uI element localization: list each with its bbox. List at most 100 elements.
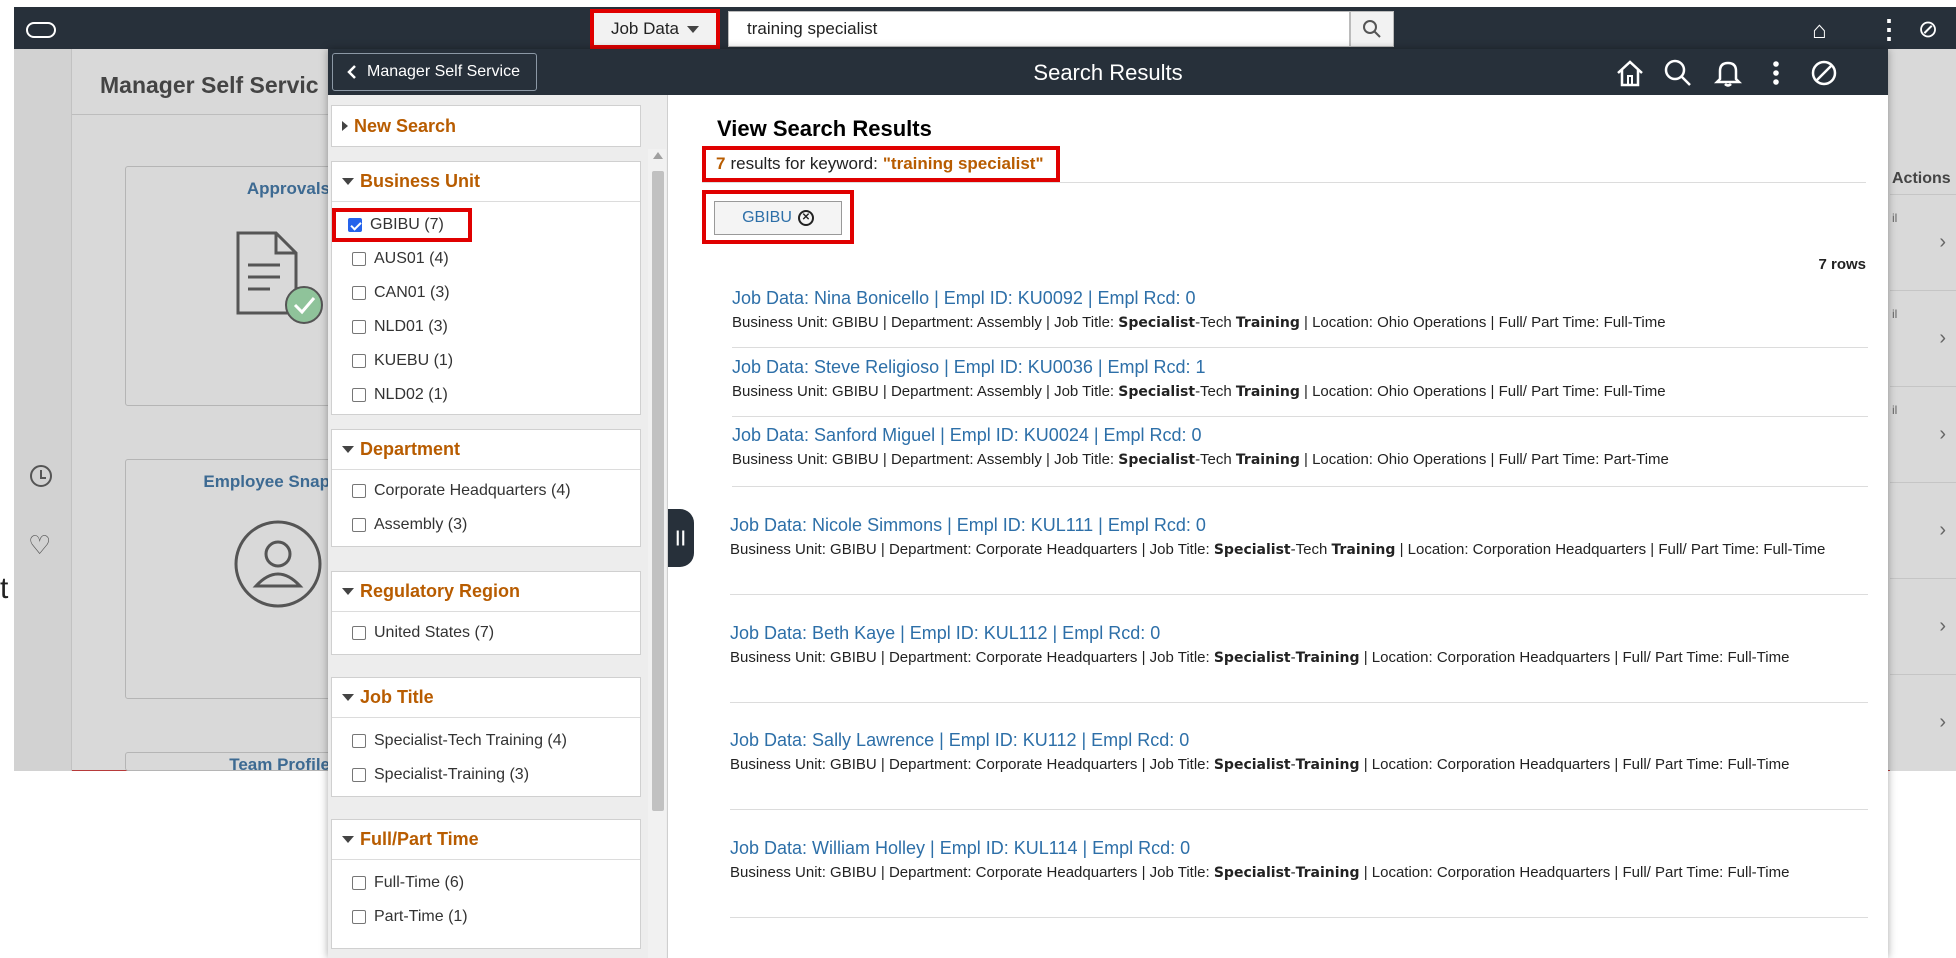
tile-title: Approvals bbox=[246, 179, 330, 198]
navbar-icon[interactable] bbox=[1808, 57, 1840, 89]
background-row[interactable]: il › bbox=[1890, 194, 1956, 290]
filter-option-nld01[interactable]: NLD01 (3) bbox=[332, 310, 640, 344]
checkbox[interactable] bbox=[352, 734, 366, 748]
active-filter-highlight: GBIBU ✕ bbox=[702, 190, 854, 244]
more-options-icon[interactable] bbox=[1760, 57, 1792, 89]
page-title: Manager Self Servic bbox=[100, 72, 319, 98]
tile-employee-snapshot[interactable]: Employee Snap bbox=[125, 459, 335, 699]
recent-history-icon[interactable] bbox=[30, 465, 52, 487]
filter-group-business-unit: Business Unit GBIBU (7) AUS01 (4) CAN01 … bbox=[331, 161, 641, 415]
expand-icon bbox=[342, 121, 348, 131]
collapse-icon bbox=[342, 178, 354, 185]
filter-group-header[interactable]: Full/Part Time bbox=[332, 820, 640, 860]
filter-scrollbar-thumb[interactable] bbox=[652, 171, 664, 811]
active-filter-tag-gbibu[interactable]: GBIBU ✕ bbox=[714, 201, 842, 235]
chevron-down-icon bbox=[687, 25, 700, 33]
filter-option-part-time[interactable]: Part-Time (1) bbox=[332, 900, 640, 934]
result-link[interactable]: Job Data: Sally Lawrence | Empl ID: KU11… bbox=[730, 730, 1868, 751]
search-icon[interactable] bbox=[1662, 57, 1694, 89]
filter-option-specialist-tech-training[interactable]: Specialist-Tech Training (4) bbox=[332, 724, 640, 758]
filter-group-header[interactable]: Regulatory Region bbox=[332, 572, 640, 612]
result-link[interactable]: Job Data: William Holley | Empl ID: KUL1… bbox=[730, 838, 1868, 859]
result-link[interactable]: Job Data: Sanford Miguel | Empl ID: KU00… bbox=[732, 425, 1868, 446]
chevron-right-icon: › bbox=[1939, 231, 1946, 253]
filter-option-nld02[interactable]: NLD02 (1) bbox=[332, 378, 640, 412]
result-description: Business Unit: GBIBU | Department: Corpo… bbox=[730, 541, 1826, 558]
filter-option-united-states[interactable]: United States (7) bbox=[332, 616, 640, 650]
checkbox[interactable] bbox=[352, 910, 366, 924]
new-search-label: New Search bbox=[354, 115, 457, 136]
result-description: Business Unit: GBIBU | Department: Corpo… bbox=[730, 756, 1790, 773]
result-description: Business Unit: GBIBU | Department: Assem… bbox=[732, 383, 1666, 400]
new-search-header[interactable]: New Search bbox=[332, 106, 640, 146]
result-description: Business Unit: GBIBU | Department: Corpo… bbox=[730, 649, 1790, 666]
collapse-icon bbox=[342, 694, 354, 701]
result-description: Business Unit: GBIBU | Department: Assem… bbox=[732, 451, 1669, 468]
back-button[interactable]: Manager Self Service bbox=[332, 53, 537, 91]
background-row[interactable]: il › bbox=[1890, 290, 1956, 386]
filter-panel: New Search Business Unit GBIBU (7) AUS01… bbox=[328, 95, 668, 958]
new-search-panel[interactable]: New Search bbox=[331, 105, 641, 147]
result-link[interactable]: Job Data: Beth Kaye | Empl ID: KUL112 | … bbox=[730, 623, 1868, 644]
more-options-icon[interactable]: ⋮ bbox=[1876, 14, 1902, 45]
favorites-icon[interactable]: ♡ bbox=[28, 530, 51, 561]
tile-title: Employee Snap bbox=[203, 472, 330, 491]
result-description: Business Unit: GBIBU | Department: Corpo… bbox=[730, 864, 1790, 881]
result-row: Job Data: Nina Bonicello | Empl ID: KU00… bbox=[732, 288, 1868, 348]
checkbox[interactable] bbox=[352, 876, 366, 890]
home-icon[interactable]: ⌂ bbox=[1812, 17, 1827, 45]
remove-filter-icon[interactable]: ✕ bbox=[797, 210, 814, 226]
background-row[interactable]: › bbox=[1890, 482, 1956, 578]
filter-option-kuebu[interactable]: KUEBU (1) bbox=[332, 344, 640, 378]
filter-option-full-time[interactable]: Full-Time (6) bbox=[332, 866, 640, 900]
result-row: Job Data: Sally Lawrence | Empl ID: KU11… bbox=[730, 730, 1868, 810]
result-row: Job Data: Beth Kaye | Empl ID: KUL112 | … bbox=[730, 623, 1868, 703]
search-button[interactable] bbox=[1350, 11, 1394, 47]
document-check-icon bbox=[236, 231, 323, 324]
checkbox[interactable] bbox=[352, 286, 366, 300]
collapse-filter-panel-handle[interactable]: || bbox=[668, 509, 694, 567]
filter-option-aus01[interactable]: AUS01 (4) bbox=[332, 242, 640, 276]
filter-option-assembly[interactable]: Assembly (3) bbox=[332, 508, 640, 542]
scroll-up-arrow-icon[interactable] bbox=[653, 152, 663, 159]
result-link[interactable]: Job Data: Nicole Simmons | Empl ID: KUL1… bbox=[730, 515, 1868, 536]
search-category-select[interactable]: Job Data bbox=[590, 9, 720, 49]
result-description: Business Unit: GBIBU | Department: Assem… bbox=[732, 314, 1666, 331]
checkbox[interactable] bbox=[352, 626, 366, 640]
checkbox[interactable] bbox=[352, 252, 366, 266]
filter-group-header[interactable]: Business Unit bbox=[332, 162, 640, 202]
search-input[interactable] bbox=[728, 11, 1350, 47]
notifications-bell-icon[interactable] bbox=[1712, 57, 1744, 89]
checkbox-checked[interactable] bbox=[348, 218, 362, 232]
app-logo-icon[interactable] bbox=[26, 22, 56, 38]
filter-option-gbibu[interactable]: GBIBU (7) bbox=[332, 208, 472, 242]
checkbox[interactable] bbox=[352, 320, 366, 334]
navbar-icon[interactable]: ⊘ bbox=[1918, 15, 1938, 44]
background-row[interactable]: › bbox=[1890, 674, 1956, 770]
background-row[interactable]: il › bbox=[1890, 386, 1956, 482]
result-link[interactable]: Job Data: Nina Bonicello | Empl ID: KU00… bbox=[732, 288, 1868, 309]
modal-header: Manager Self Service Search Results bbox=[328, 49, 1888, 95]
checkbox[interactable] bbox=[352, 768, 366, 782]
checkbox[interactable] bbox=[352, 518, 366, 532]
collapse-icon bbox=[342, 446, 354, 453]
filter-option-specialist-training[interactable]: Specialist-Training (3) bbox=[332, 758, 640, 792]
filter-option-can01[interactable]: CAN01 (3) bbox=[332, 276, 640, 310]
background-row[interactable]: › bbox=[1890, 578, 1956, 674]
result-link[interactable]: Job Data: Steve Religioso | Empl ID: KU0… bbox=[732, 357, 1868, 378]
filter-group-department: Department Corporate Headquarters (4) As… bbox=[331, 429, 641, 547]
chevron-right-icon: › bbox=[1939, 615, 1946, 637]
checkbox[interactable] bbox=[352, 388, 366, 402]
checkbox[interactable] bbox=[352, 484, 366, 498]
chevron-right-icon: › bbox=[1939, 711, 1946, 733]
tile-team-profile[interactable]: Team Profile bbox=[125, 752, 335, 771]
results-keyword-summary: 7 results for keyword: "training special… bbox=[702, 146, 1060, 182]
divider bbox=[702, 182, 1866, 183]
home-icon[interactable] bbox=[1614, 57, 1646, 89]
checkbox[interactable] bbox=[352, 354, 366, 368]
filter-option-corporate-headquarters[interactable]: Corporate Headquarters (4) bbox=[332, 474, 640, 508]
filter-group-header[interactable]: Job Title bbox=[332, 678, 640, 718]
tile-approvals[interactable]: Approvals bbox=[125, 166, 335, 406]
filter-group-header[interactable]: Department bbox=[332, 430, 640, 470]
search-category-label: Job Data bbox=[610, 19, 680, 38]
